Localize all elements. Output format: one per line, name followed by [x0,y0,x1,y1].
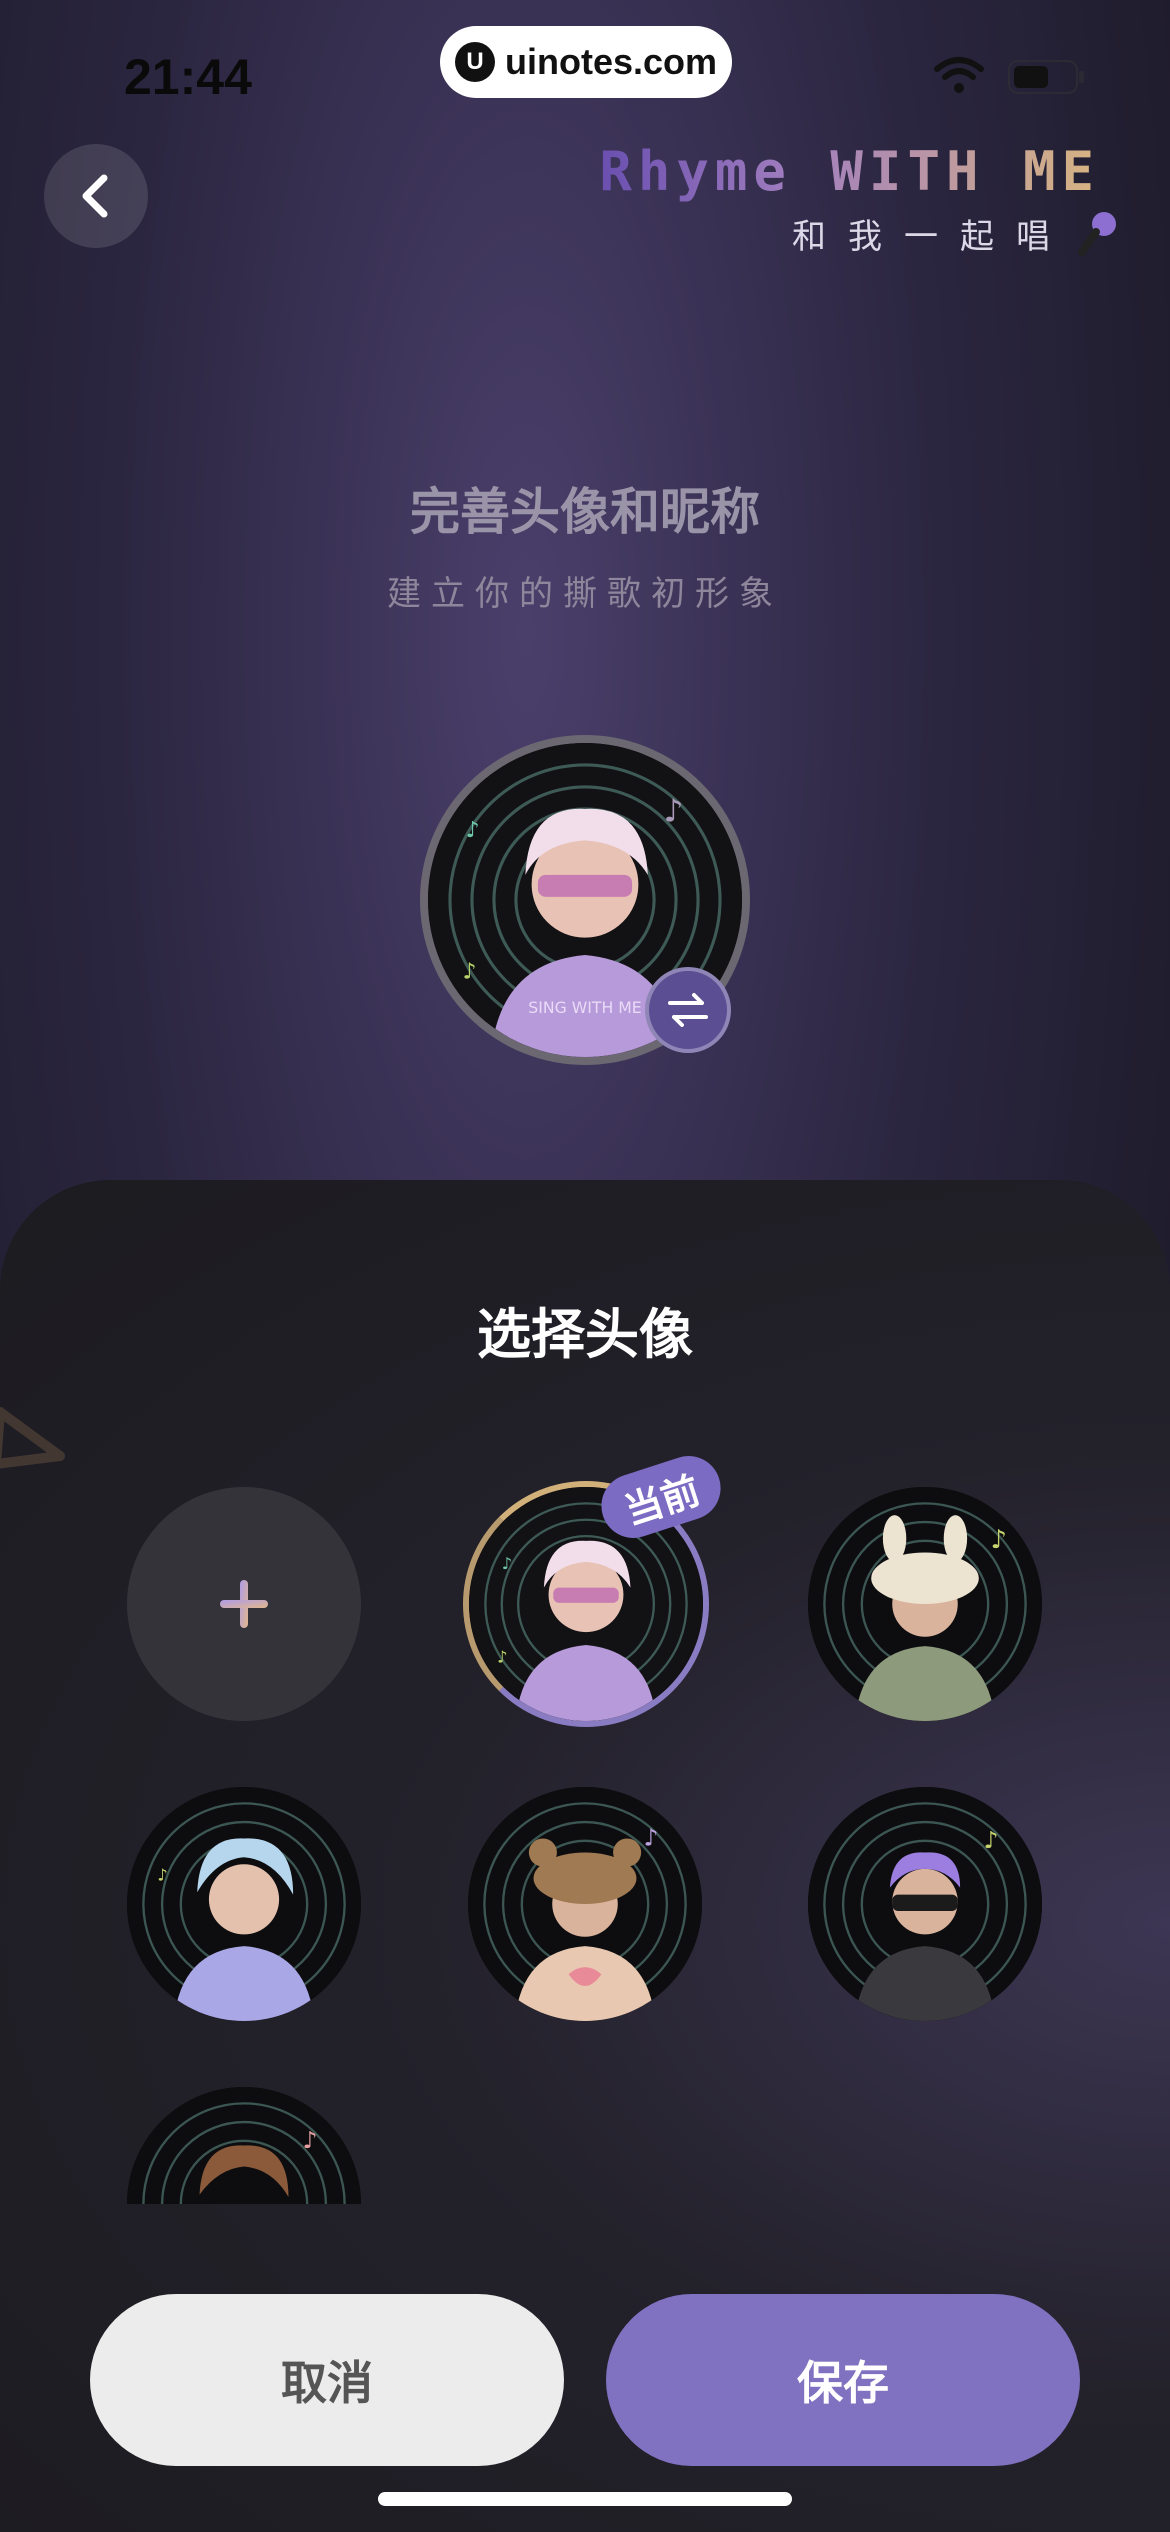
add-avatar-button[interactable] [127,1487,361,1721]
avatar-option-clip: ♪ [127,2087,361,2204]
microphone-icon [1078,211,1116,256]
play-triangle-icon [0,1407,65,1469]
svg-text:♪: ♪ [466,818,480,843]
status-bar: 21:44 U uinotes.com [0,0,1170,140]
site-logo-icon: U [454,42,495,82]
avatar-option-brown-hair[interactable]: ♪ [127,2087,361,2204]
svg-text:♪: ♪ [991,1525,1007,1555]
cancel-button[interactable]: 取消 [90,2294,564,2466]
svg-text:♪: ♪ [502,1554,512,1573]
svg-text:♪: ♪ [497,1648,507,1667]
svg-text:♪: ♪ [664,794,684,830]
page-title: 完善头像和昵称 [410,483,760,541]
avatar-caption: SING WITH ME [528,998,641,1017]
avatar-brown-hair-icon: ♪ [127,2087,361,2204]
page-subtitle: 建立你的撕歌初形象 [387,574,783,614]
home-indicator [378,2492,792,2506]
url-text: uinotes.com [504,41,718,82]
swap-arrows-icon [668,993,708,1027]
wifi-icon [934,57,984,93]
save-button[interactable]: 保存 [606,2294,1080,2466]
avatar-blue-hair-icon: ♪ [127,1787,361,2021]
avatar-option-bear-hat[interactable]: ♪ [468,1787,702,2021]
plus-icon [220,1580,268,1628]
svg-text:♪: ♪ [644,1824,659,1852]
svg-text:♪: ♪ [463,960,477,985]
brand-logo: Rhyme WITH ME 和我一起唱 [599,140,1116,258]
status-time: 21:44 [124,49,252,105]
chevron-left-icon [82,174,108,218]
avatar-option-blue-hair[interactable]: ♪ [127,1787,361,2021]
brand-title: Rhyme WITH ME [599,140,1100,203]
swap-avatar-button[interactable] [645,967,731,1053]
sheet-title: 选择头像 [477,1303,693,1366]
avatar-purple-hair-icon: ♪ [808,1787,1042,2021]
brand-subtitle-text: 和我一起唱 [792,217,1072,257]
avatar-bear-hat-icon: ♪ [468,1787,702,2021]
avatar-option-bunny-hat[interactable]: ♪ [808,1487,1042,1721]
svg-text:♪: ♪ [157,1866,167,1885]
svg-text:♪: ♪ [984,1826,999,1854]
avatar-bunny-hat-icon: ♪ [808,1487,1042,1721]
svg-text:♪: ♪ [303,2126,318,2154]
battery-icon [1008,60,1084,94]
url-pill[interactable]: U uinotes.com [440,26,732,98]
back-button[interactable] [44,144,148,248]
avatar-option-purple-hair[interactable]: ♪ [808,1787,1042,2021]
brand-subtitle: 和我一起唱 [599,209,1120,258]
